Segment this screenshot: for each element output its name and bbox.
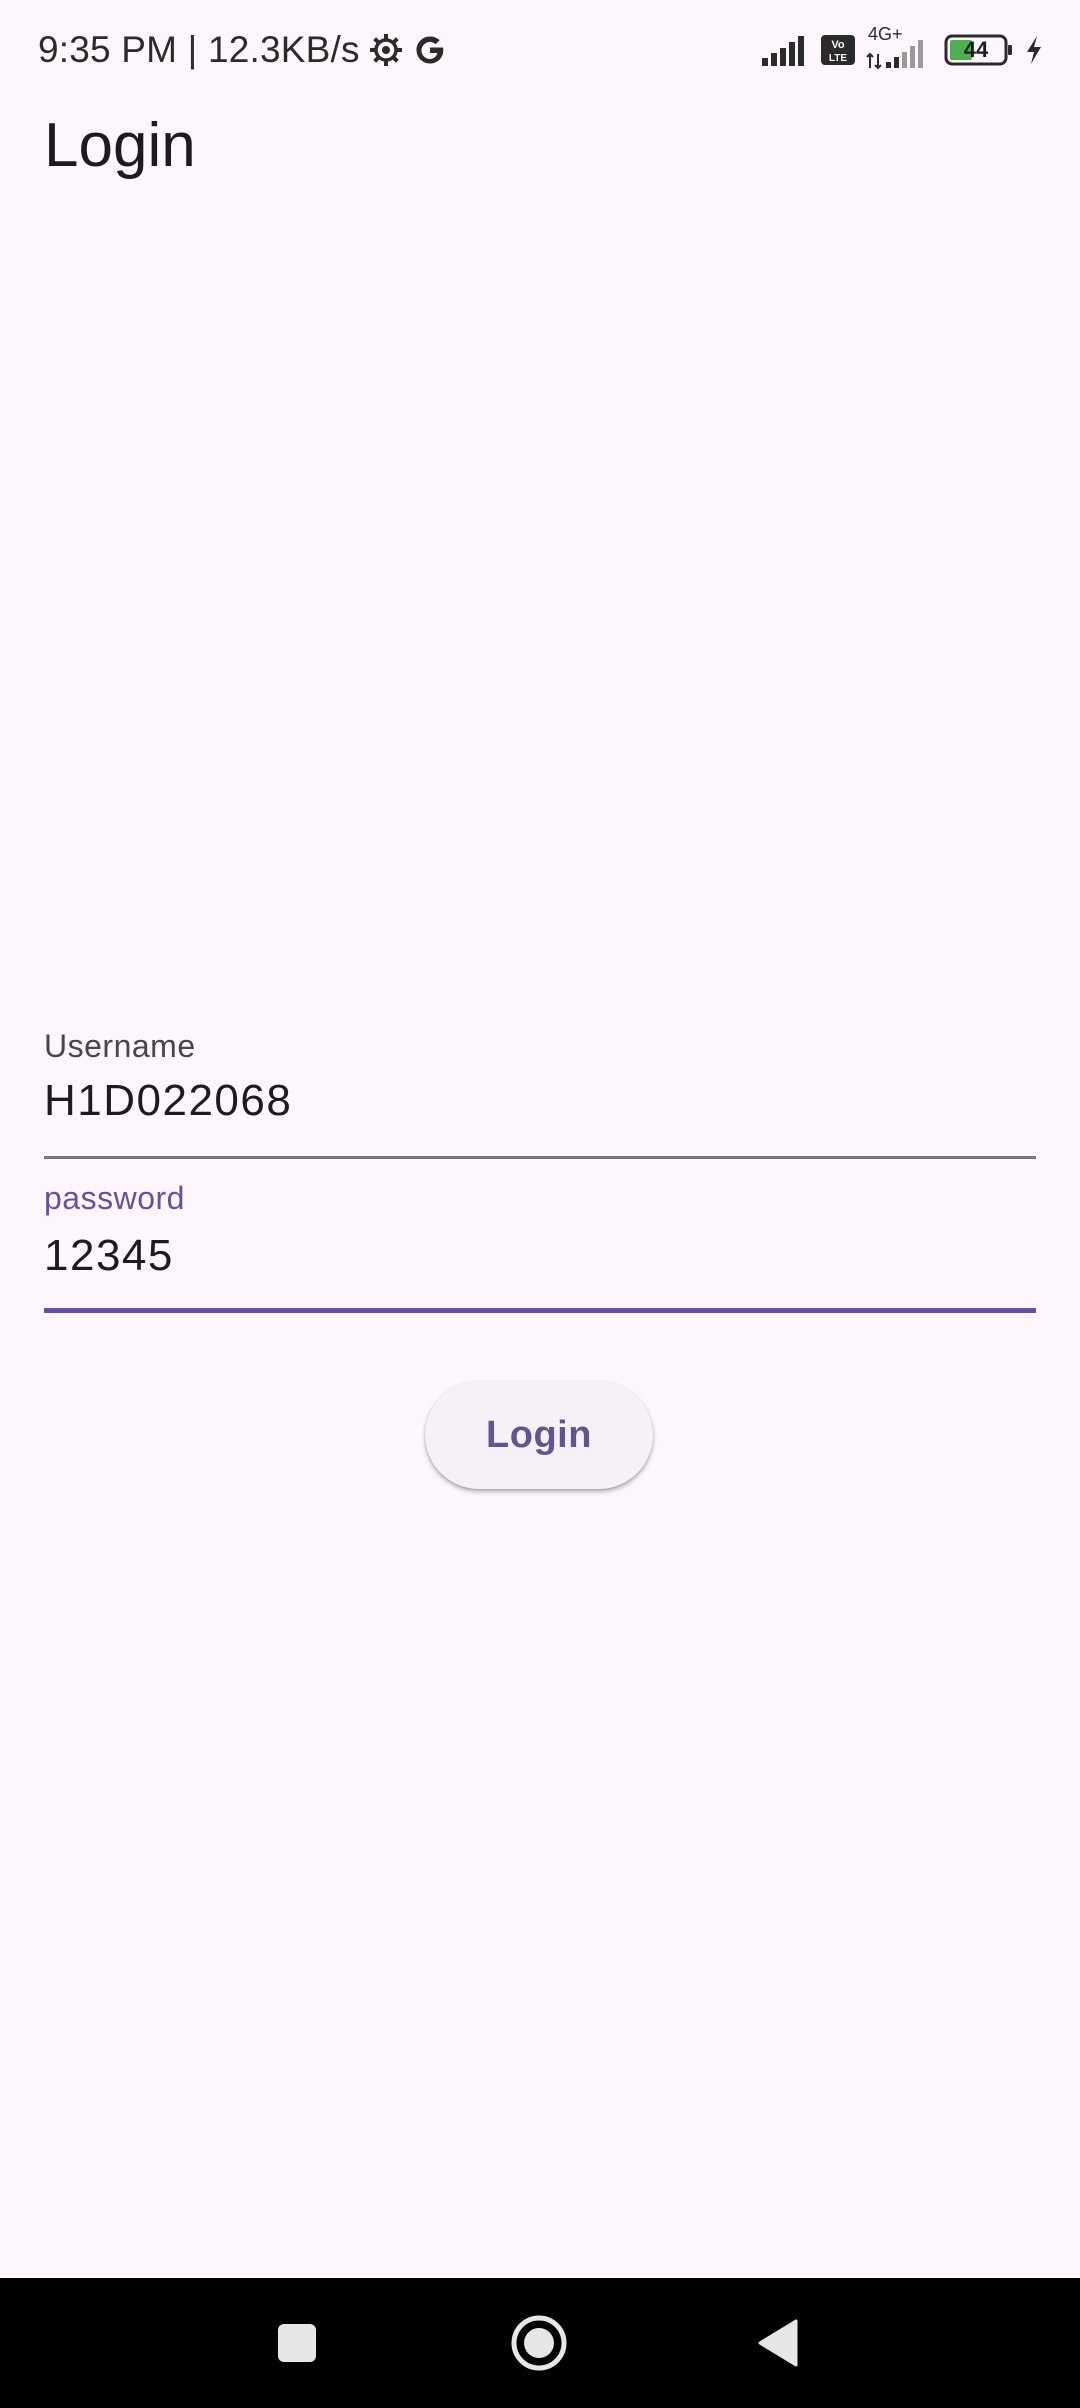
home-button[interactable] <box>479 2278 599 2408</box>
status-left: 9:35 PM | 12.3KB/s <box>38 26 448 74</box>
battery-level: 44 <box>963 37 989 62</box>
battery-icon: 44 <box>944 34 1014 66</box>
username-field[interactable]: Username H1D022068 <box>44 1020 1036 1160</box>
password-field[interactable]: password 12345 <box>44 1175 1036 1315</box>
back-triangle-icon <box>756 2318 800 2368</box>
recents-button[interactable] <box>237 2278 357 2408</box>
settings-gear-icon <box>368 32 404 68</box>
status-bar: 9:35 PM | 12.3KB/s Vo LTE 4G+ 44 <box>0 0 1080 100</box>
username-input[interactable]: H1D022068 <box>44 1076 292 1126</box>
signal-4g-icon: 4G+ <box>866 24 934 70</box>
status-time: 9:35 PM | 12.3KB/s <box>38 29 360 70</box>
charging-bolt-icon <box>1024 34 1044 66</box>
password-input[interactable]: 12345 <box>44 1231 174 1281</box>
username-underline <box>44 1156 1036 1159</box>
back-button[interactable] <box>718 2278 838 2408</box>
recents-square-icon <box>276 2322 318 2364</box>
login-button[interactable]: Login <box>425 1381 653 1489</box>
google-g-icon <box>412 32 448 68</box>
volte-icon: Vo LTE <box>820 34 856 66</box>
username-label: Username <box>44 1028 196 1064</box>
password-underline <box>44 1308 1036 1313</box>
svg-text:LTE: LTE <box>829 53 847 64</box>
password-label: password <box>44 1180 185 1216</box>
home-circle-icon <box>510 2314 568 2372</box>
page-title: Login <box>44 111 196 180</box>
status-right: Vo LTE 4G+ 44 <box>762 24 1044 74</box>
signal-icon <box>762 34 810 66</box>
svg-text:Vo: Vo <box>831 39 845 51</box>
system-nav-bar <box>0 2278 1080 2408</box>
